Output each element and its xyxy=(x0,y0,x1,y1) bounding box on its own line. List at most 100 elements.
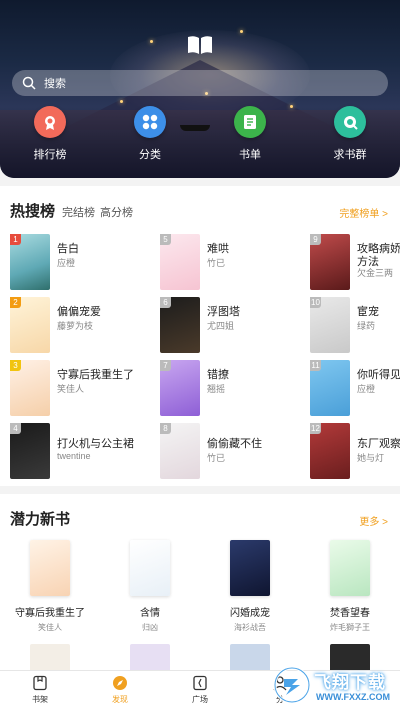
book-title: 错撩 xyxy=(207,369,229,381)
quick-link-label: 排行榜 xyxy=(33,149,67,161)
square-icon xyxy=(193,675,207,691)
book-author: 翘摇 xyxy=(207,384,226,394)
rank-number: 6 xyxy=(160,297,171,308)
book-title: 你听得见 xyxy=(357,369,400,381)
new-book-item[interactable]: 含情 归凶 xyxy=(100,540,200,633)
quick-link-group[interactable]: 求书群 xyxy=(310,106,390,162)
book-author: 藤萝为枝 xyxy=(57,321,94,331)
book-title: 打火机与公主裙 xyxy=(57,438,134,450)
book-cover xyxy=(130,540,170,596)
book-author: 竹已 xyxy=(207,258,226,268)
book-author: 炸毛獅子王 xyxy=(330,623,370,632)
book-author: 笑佳人 xyxy=(57,384,85,394)
hot-title: 热搜榜 xyxy=(10,203,56,220)
book-author: 笑佳人 xyxy=(38,623,62,632)
tab-high-score[interactable]: 高分榜 xyxy=(100,204,133,220)
book-title: 难哄 xyxy=(207,243,229,255)
book-title: 宦宠 xyxy=(357,306,379,318)
lantern xyxy=(150,40,153,43)
book-author: 竹已 xyxy=(207,453,226,463)
book-author: twentine xyxy=(57,451,91,461)
book-title: 告白 xyxy=(57,243,79,255)
book-title: 浮图塔 xyxy=(207,306,240,318)
bookshelf-icon xyxy=(33,675,47,691)
chat-group-icon xyxy=(334,106,366,138)
search-bar[interactable]: 搜索 xyxy=(12,70,388,96)
nav-discover[interactable]: 发现 xyxy=(90,675,150,705)
book-author: 欠金三两 xyxy=(357,268,394,278)
rank-item[interactable]: 7 错撩 翘摇 xyxy=(160,360,290,416)
more-link[interactable]: 更多 > xyxy=(359,513,388,528)
rank-number: 8 xyxy=(160,423,171,434)
potential-books-card: 潜力新书 更多 > 守寡后我重生了 笑佳人 含情 归凶 闪婚成宠 海衫战吾 焚香… xyxy=(0,494,400,674)
lantern xyxy=(120,100,123,103)
category-grid-icon xyxy=(134,106,166,138)
book-cover xyxy=(30,540,70,596)
quick-link-booklist[interactable]: 书单 xyxy=(210,106,290,162)
watermark-logo-icon xyxy=(273,666,311,704)
new-book-item[interactable]: 焚香望春 炸毛獅子王 xyxy=(300,540,400,633)
potential-title: 潜力新书 xyxy=(10,511,71,528)
quick-link-label: 书单 xyxy=(239,149,261,161)
nav-label: 广场 xyxy=(192,695,208,704)
rank-number: 12 xyxy=(310,423,321,434)
rank-item[interactable]: 12 东厂观察笔记 她与灯 xyxy=(310,423,400,479)
rank-number: 9 xyxy=(310,234,321,245)
booklist-icon xyxy=(234,106,266,138)
rank-number: 11 xyxy=(310,360,321,371)
rank-item[interactable]: 8 偷偷藏不住 竹已 xyxy=(160,423,290,479)
book-cover xyxy=(230,540,270,596)
search-icon xyxy=(22,76,36,90)
lantern xyxy=(240,30,243,33)
book-title: 偷偷藏不住 xyxy=(207,438,262,450)
book-title: 焚香望春 xyxy=(330,608,370,619)
app-page: 搜索 排行榜 分类 书单 求书群 热搜榜 完结榜 高分榜 完整榜单 > 1 告白… xyxy=(0,0,400,710)
rank-number: 2 xyxy=(10,297,21,308)
site-watermark: 飞翔下载 WWW.FXXZ.COM xyxy=(270,662,398,708)
quick-link-category[interactable]: 分类 xyxy=(110,106,190,162)
rank-item[interactable]: 4 打火机与公主裙 twentine xyxy=(10,423,140,479)
rank-number: 4 xyxy=(10,423,21,434)
book-title: 偏偏宠爱 xyxy=(57,306,101,318)
hot-search-card: 热搜榜 完结榜 高分榜 完整榜单 > 1 告白 应橙 5 难哄 竹已 9 攻略病… xyxy=(0,186,400,486)
quick-link-label: 分类 xyxy=(139,149,161,161)
rank-item[interactable]: 6 浮图塔 尤四姐 xyxy=(160,297,290,353)
book-author: 绿药 xyxy=(357,321,376,331)
watermark-brand: 飞翔下载 xyxy=(314,673,386,692)
rank-number: 5 xyxy=(160,234,171,245)
full-list-link[interactable]: 完整榜单 > xyxy=(339,205,388,220)
book-cover xyxy=(330,540,370,596)
book-author: 尤四姐 xyxy=(207,321,235,331)
quick-link-label: 求书群 xyxy=(333,149,367,161)
open-book-icon xyxy=(188,36,212,54)
book-title: 闪婚成宠 xyxy=(230,608,270,619)
discover-icon xyxy=(113,676,127,690)
rank-item[interactable]: 10 宦宠 绿药 xyxy=(310,297,400,353)
book-author: 海衫战吾 xyxy=(234,623,266,632)
header-banner: 搜索 排行榜 分类 书单 求书群 xyxy=(0,0,400,178)
book-author: 她与灯 xyxy=(357,453,385,463)
book-author: 归凶 xyxy=(142,623,158,632)
book-title: 东厂观察笔记 xyxy=(357,438,400,450)
rank-item[interactable]: 3 守寡后我重生了 笑佳人 xyxy=(10,360,140,416)
rank-item[interactable]: 11 你听得见 应橙 xyxy=(310,360,400,416)
book-author: 应橙 xyxy=(57,258,76,268)
rank-item[interactable]: 1 告白 应橙 xyxy=(10,234,140,290)
book-author: 应橙 xyxy=(357,384,376,394)
nav-bookshelf[interactable]: 书架 xyxy=(10,675,70,705)
book-title: 守寡后我重生了 xyxy=(15,608,85,619)
search-placeholder: 搜索 xyxy=(44,78,66,90)
rank-item[interactable]: 2 偏偏宠爱 藤萝为枝 xyxy=(10,297,140,353)
tab-completed[interactable]: 完结榜 xyxy=(62,204,95,220)
rank-number: 1 xyxy=(10,234,21,245)
new-book-item[interactable]: 闪婚成宠 海衫战吾 xyxy=(200,540,300,633)
rank-item[interactable]: 9 攻略病娇男主的正确 方法 欠金三两 xyxy=(310,234,400,290)
nav-square[interactable]: 广场 xyxy=(170,675,230,705)
quick-link-rank[interactable]: 排行榜 xyxy=(10,106,90,162)
new-book-item[interactable]: 守寡后我重生了 笑佳人 xyxy=(0,540,100,633)
book-title: 含情 xyxy=(140,608,160,619)
rank-item[interactable]: 5 难哄 竹已 xyxy=(160,234,290,290)
nav-label: 发现 xyxy=(112,695,128,704)
rank-number: 3 xyxy=(10,360,21,371)
book-title: 守寡后我重生了 xyxy=(57,369,134,381)
